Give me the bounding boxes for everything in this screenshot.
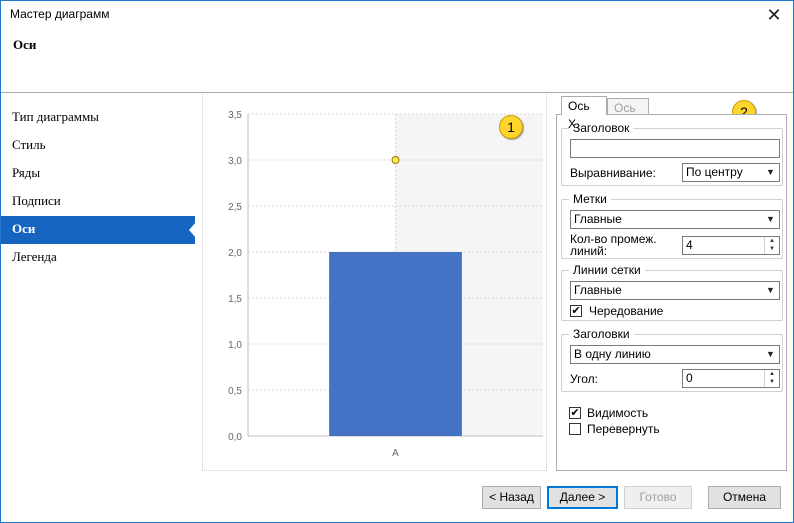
y-tick-label: 3,0 [228,156,242,167]
chart-preview: 0,0 0,5 1,0 1,5 2,0 2,5 3,0 3,5 A [202,94,547,471]
finish-button[interactable]: Готово [624,486,692,509]
sidebar-item-label: Тип диаграммы [12,109,99,124]
sidebar-item-label: Ряды [12,165,41,180]
y-tick-label: 2,5 [228,202,242,213]
active-indicator [189,222,196,238]
x-tick-label: A [392,448,399,459]
y-tick-label: 3,5 [228,110,242,121]
minor-count-spinner[interactable]: 4 ▲ ▼ [682,236,780,255]
chevron-down-icon: ▼ [766,285,775,295]
cancel-button[interactable]: Отмена [708,486,781,509]
spin-up-icon[interactable]: ▲ [765,237,779,245]
reverse-checkbox[interactable] [569,423,581,435]
minor-count-label: Кол-во промеж. линий: [570,233,657,257]
page-title: Оси [13,37,37,52]
angle-label: Угол: [570,372,598,386]
sidebar-item-legend[interactable]: Легенда [1,244,201,272]
axis-title-input[interactable] [570,139,780,158]
y-tick-label: 0,5 [228,386,242,397]
chevron-down-icon: ▼ [766,349,775,359]
visibility-label: Видимость [587,406,649,420]
chevron-down-icon: ▼ [766,214,775,224]
data-point [391,156,400,164]
axis-labels-group-label: Заголовки [569,327,634,341]
header-divider [1,92,793,93]
y-tick-label: 0,0 [228,432,242,443]
y-tick-label: 1,5 [228,294,242,305]
sidebar-item-labels[interactable]: Подписи [1,188,201,216]
next-button[interactable]: Далее > [547,486,618,509]
minor-count-value: 4 [686,238,693,252]
gridlines-group-label: Линии сетки [569,263,645,277]
gridline-type-select[interactable]: Главные ▼ [570,281,780,300]
angle-spinner[interactable]: 0 ▲ ▼ [682,369,780,388]
axis-labels-group: Заголовки В одну линию ▼ Угол: 0 ▲ ▼ [561,327,783,392]
alignment-value: По центру [686,165,743,179]
alignment-select[interactable]: По центру ▼ [682,163,780,182]
sidebar-item-series[interactable]: Ряды [1,160,201,188]
spin-down-icon[interactable]: ▼ [765,245,779,253]
title-bar: Мастер диаграмм ✕ [1,1,793,31]
tab-axis-x[interactable]: Ось X [561,96,607,131]
spinner-buttons: ▲ ▼ [764,237,779,254]
close-icon[interactable]: ✕ [763,5,785,25]
wizard-steps-sidebar: Тип диаграммы Стиль Ряды Подписи Оси Лег… [1,104,201,272]
sidebar-item-axes[interactable]: Оси [1,216,196,244]
sidebar-item-style[interactable]: Стиль [1,132,201,160]
alignment-label: Выравнивание: [570,166,656,180]
tick-type-value: Главные [574,212,622,226]
chart-wizard-window: Мастер диаграмм ✕ Оси Тип диаграммы Стил… [0,0,794,523]
reverse-label: Перевернуть [587,422,660,436]
spin-down-icon[interactable]: ▼ [765,378,779,386]
y-tick-label: 2,0 [228,248,242,259]
sidebar-item-label: Легенда [12,249,57,264]
spin-up-icon[interactable]: ▲ [765,370,779,378]
tick-type-select[interactable]: Главные ▼ [570,210,780,229]
alternate-checkbox[interactable]: ✔ [570,305,582,317]
label-layout-select[interactable]: В одну линию ▼ [570,345,780,364]
y-tick-label: 1,0 [228,340,242,351]
visibility-checkbox[interactable]: ✔ [569,407,581,419]
ticks-group-label: Метки [569,192,611,206]
sidebar-item-label: Подписи [12,193,61,208]
chart-svg: 0,0 0,5 1,0 1,5 2,0 2,5 3,0 3,5 A [228,110,543,459]
checkmark-icon: ✔ [571,305,581,317]
chevron-down-icon: ▼ [766,167,775,177]
bar [329,252,462,436]
back-button[interactable]: < Назад [482,486,541,509]
gridline-type-value: Главные [574,283,622,297]
title-group-label: Заголовок [569,121,634,135]
ticks-group: Метки Главные ▼ Кол-во промеж. линий: 4 … [561,192,783,259]
sidebar-item-label: Стиль [12,137,46,152]
window-title: Мастер диаграмм [10,7,110,21]
angle-value: 0 [686,371,693,385]
callout-badge-1: 1 [499,115,523,139]
title-group: Заголовок Выравнивание: По центру ▼ [561,121,783,186]
checkmark-icon: ✔ [570,407,580,419]
axis-properties-panel: Заголовок Выравнивание: По центру ▼ Метк… [556,114,787,471]
sidebar-item-chart-type[interactable]: Тип диаграммы [1,104,201,132]
alternate-label: Чередование [589,304,664,318]
label-layout-value: В одну линию [574,347,651,361]
minor-count-label-line2: линий: [570,244,608,258]
sidebar-item-label: Оси [12,221,36,236]
gridlines-group: Линии сетки Главные ▼ ✔ Чередование [561,263,783,321]
spinner-buttons: ▲ ▼ [764,370,779,387]
